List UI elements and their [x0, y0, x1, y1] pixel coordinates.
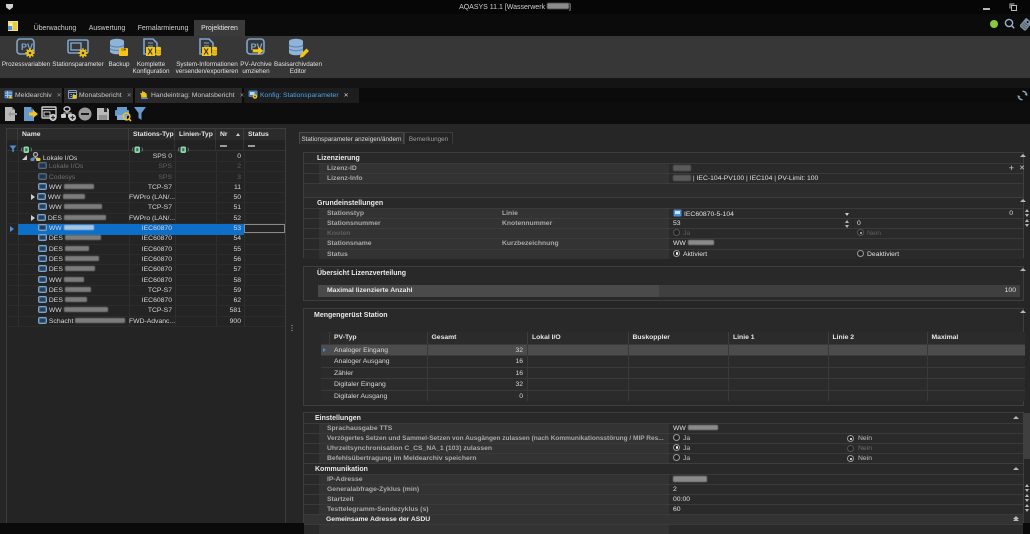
svg-text:X: X	[148, 48, 154, 57]
svg-text:X: X	[204, 48, 210, 57]
